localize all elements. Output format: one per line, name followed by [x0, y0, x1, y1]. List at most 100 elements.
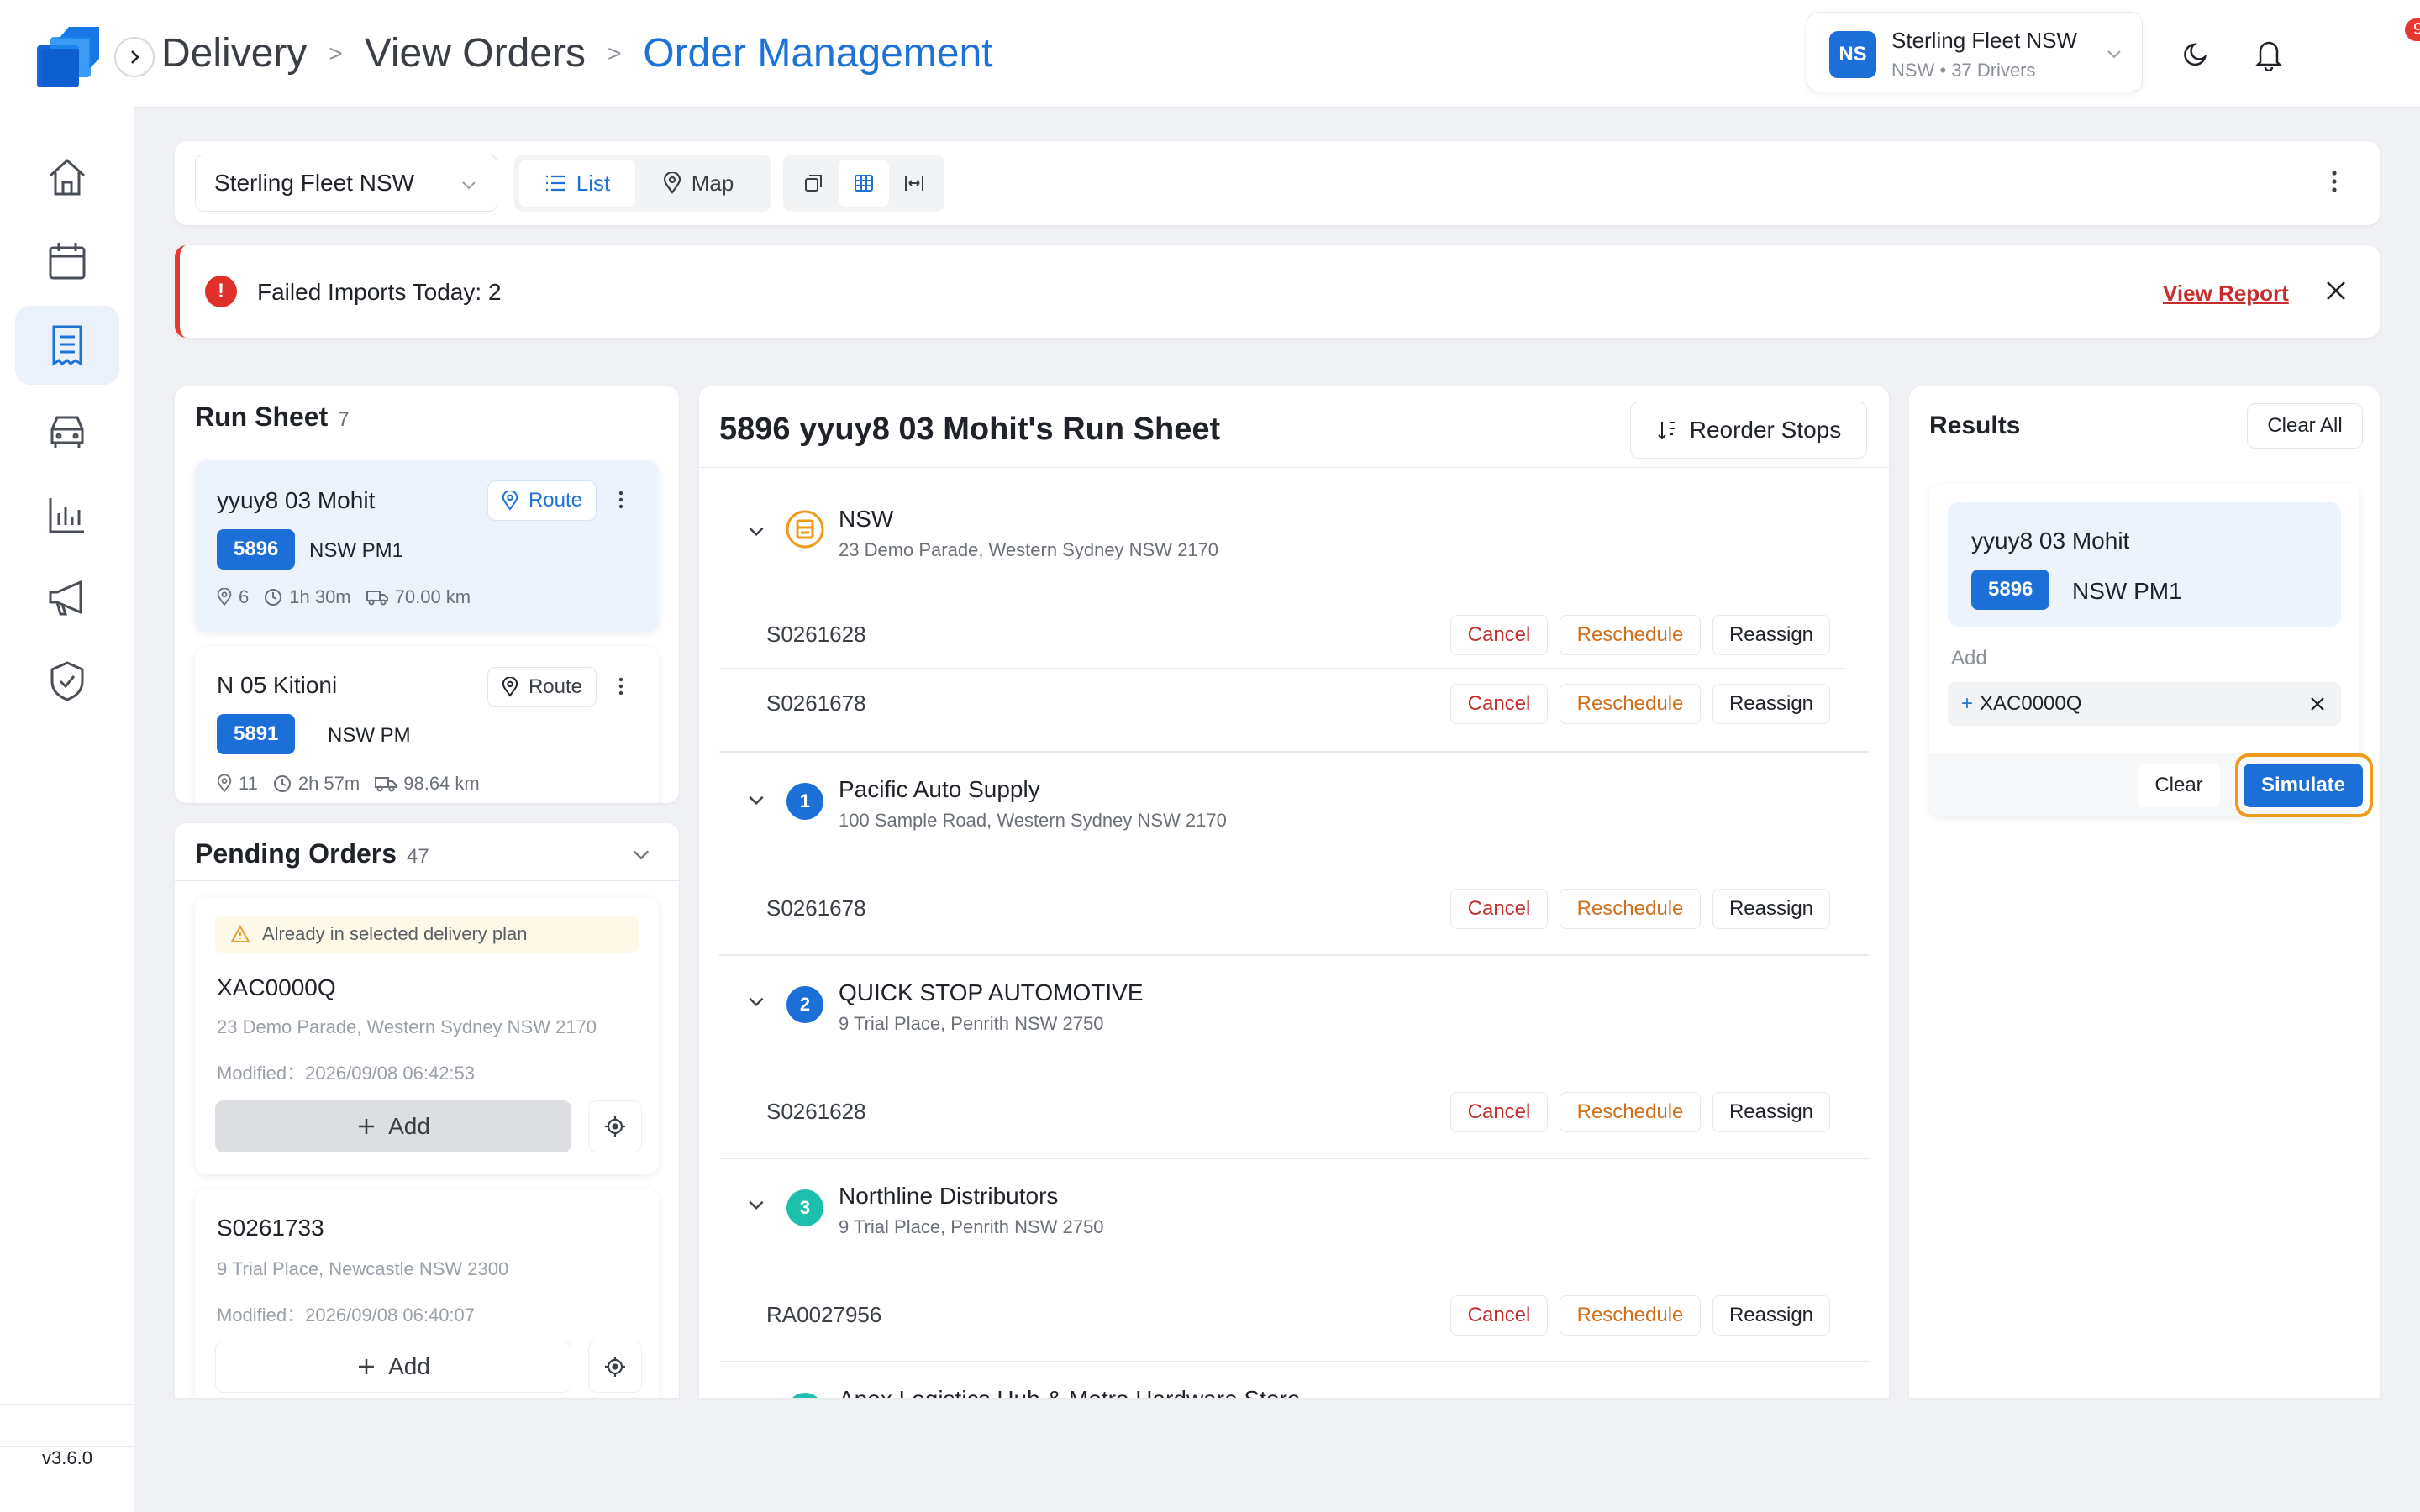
fleet-select[interactable]: Sterling Fleet NSW — [195, 155, 497, 212]
reports-icon — [45, 493, 89, 537]
warning-icon — [230, 925, 250, 943]
cards-icon — [804, 174, 823, 192]
reassign-button[interactable]: Reassign — [1712, 1295, 1830, 1336]
map-pin-icon — [663, 172, 681, 194]
route-button[interactable]: Route — [487, 667, 597, 707]
list-icon — [544, 174, 566, 192]
breadcrumb-view-orders[interactable]: View Orders — [365, 30, 586, 76]
more-options-icon[interactable] — [618, 491, 623, 509]
nav-home[interactable] — [15, 138, 119, 217]
stop-address: 23 Demo Parade, Western Sydney NSW 2170 — [839, 539, 1219, 560]
breadcrumb-delivery[interactable]: Delivery — [161, 30, 307, 76]
chevron-down-icon[interactable] — [746, 1194, 766, 1215]
locate-button[interactable] — [588, 1100, 642, 1152]
stop-number: 3 — [786, 1189, 823, 1226]
run-sheet-item[interactable]: N 05 Kitioni Route 5891 NSW PM 11 2h 57m… — [195, 647, 659, 803]
stop-group: NSW 23 Demo Parade, Western Sydney NSW 2… — [719, 484, 1869, 753]
breadcrumb: Delivery > View Orders > Order Managemen… — [161, 30, 993, 76]
sidebar-divider — [0, 1404, 134, 1405]
theme-toggle-button[interactable] — [2176, 34, 2217, 74]
chevron-down-icon[interactable] — [746, 991, 766, 1011]
cancel-button[interactable]: Cancel — [1450, 1295, 1548, 1336]
driver-name: N 05 Kitioni — [217, 672, 338, 698]
delivery-plan: NSW PM — [328, 724, 411, 747]
nav-calendar[interactable] — [15, 222, 119, 301]
add-order-button[interactable]: Add — [215, 1100, 571, 1152]
view-toggle: List Map — [514, 155, 771, 212]
warning-text: Already in selected delivery plan — [262, 923, 528, 944]
reassign-button[interactable]: Reassign — [1712, 684, 1830, 724]
more-options-icon[interactable] — [618, 677, 623, 696]
nav-vehicles[interactable] — [15, 391, 119, 470]
simulation-run-summary: yyuy8 03 Mohit 5896 NSW PM1 — [1948, 502, 2341, 627]
view-list-button[interactable]: List — [519, 160, 635, 207]
alert-text: Failed Imports Today: 2 — [257, 279, 502, 305]
view-map-button[interactable]: Map — [635, 160, 761, 207]
map-pin-icon — [217, 774, 232, 793]
close-icon[interactable] — [2307, 694, 2328, 714]
layout-card-button[interactable] — [788, 160, 839, 207]
order-id: XAC0000Q — [217, 974, 336, 1000]
notifications-button[interactable] — [2249, 32, 2289, 76]
cancel-button[interactable]: Cancel — [1450, 1092, 1548, 1132]
chevron-down-icon[interactable] — [630, 843, 652, 865]
simulate-button[interactable]: Simulate — [2244, 764, 2363, 807]
reassign-button[interactable]: Reassign — [1712, 889, 1830, 929]
reschedule-button[interactable]: Reschedule — [1560, 1295, 1701, 1336]
stop-order-row: S0261678 Cancel Reschedule Reassign — [719, 875, 1845, 942]
locate-button[interactable] — [588, 1341, 642, 1393]
run-sheet-count: 7 — [338, 408, 350, 431]
more-options-icon[interactable] — [2331, 170, 2338, 193]
top-header: Delivery > View Orders > Order Managemen… — [134, 0, 2420, 108]
run-sheet-title: Run Sheet 7 — [195, 402, 350, 432]
sidebar: v3.6.0 — [0, 0, 134, 1512]
nav-security[interactable] — [15, 642, 119, 721]
layout-table-button[interactable] — [839, 160, 889, 207]
reassign-button[interactable]: Reassign — [1712, 1092, 1830, 1132]
clear-all-button[interactable]: Clear All — [2247, 403, 2363, 449]
cancel-button[interactable]: Cancel — [1450, 684, 1548, 724]
sidebar-toggle-button[interactable] — [114, 37, 155, 77]
reorder-stops-button[interactable]: Reorder Stops — [1630, 402, 1867, 459]
stop-group: 2 QUICK STOP AUTOMOTIVE 9 Trial Place, P… — [719, 958, 1869, 1159]
reschedule-button[interactable]: Reschedule — [1560, 684, 1701, 724]
reschedule-button[interactable]: Reschedule — [1560, 1092, 1701, 1132]
order-id: S0261733 — [217, 1215, 324, 1241]
run-sheet-item[interactable]: yyuy8 03 Mohit Route 5896 NSW PM1 6 1h 3… — [195, 460, 659, 632]
run-meta: 6 1h 30m 70.00 km — [217, 586, 471, 608]
cancel-button[interactable]: Cancel — [1450, 615, 1548, 655]
fleet-switcher[interactable]: NS Sterling Fleet NSW NSW • 37 Drivers — [1807, 12, 2143, 92]
close-icon[interactable] — [2321, 276, 2351, 306]
nav-reports[interactable] — [15, 475, 119, 554]
divider — [175, 880, 679, 881]
plus-icon — [356, 1357, 376, 1377]
add-order-button[interactable]: Add — [215, 1341, 571, 1393]
view-list-label: List — [576, 170, 611, 196]
results-panel: Results Clear All yyuy8 03 Mohit 5896 NS… — [1909, 386, 2380, 1398]
route-button[interactable]: Route — [487, 480, 597, 521]
stop-name: Northline Distributors — [839, 1183, 1059, 1209]
clear-button[interactable]: Clear — [2138, 764, 2220, 807]
nav-orders[interactable] — [15, 306, 119, 385]
chevron-down-icon[interactable] — [746, 521, 766, 541]
calendar-icon — [45, 239, 89, 283]
fleet-subtitle: NSW • 37 Drivers — [1891, 60, 2036, 81]
reschedule-button[interactable]: Reschedule — [1560, 615, 1701, 655]
chevron-down-icon[interactable] — [746, 790, 766, 810]
order-modified: Modified：2026/09/08 06:42:53 — [217, 1063, 476, 1084]
run-distance: 98.64 km — [403, 773, 480, 794]
reassign-button[interactable]: Reassign — [1712, 615, 1830, 655]
home-icon — [45, 155, 89, 199]
map-pin-icon — [502, 677, 518, 697]
stop-order-row: RA0027956 Cancel Reschedule Reassign — [719, 1282, 1845, 1349]
nav-marketing[interactable] — [15, 558, 119, 637]
cancel-button[interactable]: Cancel — [1450, 889, 1548, 929]
view-report-link[interactable]: View Report — [2163, 281, 2289, 307]
layout-width-button[interactable] — [889, 160, 939, 207]
order-id: S0261628 — [766, 1099, 866, 1124]
simulation-card: yyuy8 03 Mohit 5896 NSW PM1 Add + XAC000… — [1929, 484, 2373, 817]
reschedule-button[interactable]: Reschedule — [1560, 889, 1701, 929]
order-modified: Modified：2026/09/08 06:40:07 — [217, 1305, 476, 1326]
stop-group: Apex Logistics Hub & Metro Hardware Stor… — [719, 1364, 1869, 1398]
app-logo[interactable] — [30, 22, 104, 96]
